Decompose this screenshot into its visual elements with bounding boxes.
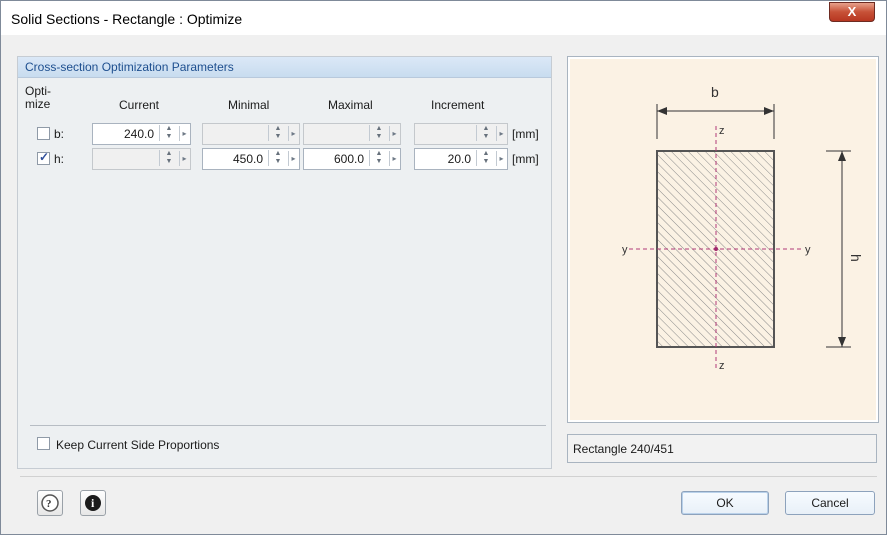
z-axis-bottom-label: z [719, 360, 725, 372]
info-icon: i [85, 495, 101, 511]
info-button[interactable]: i [80, 490, 106, 516]
section-graphic-background: b h z z y y [570, 59, 876, 420]
section-graphic-panel: b h z z y y [567, 56, 879, 423]
spin-icon[interactable]: ▲ ▼ [369, 150, 388, 166]
spin-icon[interactable]: ▲ ▼ [268, 125, 287, 141]
chevron-right-icon[interactable]: ▸ [179, 126, 189, 141]
b-unit: [mm] [512, 127, 539, 141]
optimize-h-checkbox[interactable] [37, 150, 50, 165]
b-minimal-input[interactable]: ▲ ▼ ▸ [202, 123, 300, 145]
h-increment-input[interactable]: 20.0 ▲ ▼ ▸ [414, 148, 508, 170]
column-minimal: Minimal [228, 98, 270, 112]
h-maximal-value: 600.0 [333, 152, 364, 166]
bottom-separator [20, 476, 877, 477]
spin-icon[interactable]: ▲ ▼ [476, 150, 495, 166]
h-minimal-value: 450.0 [232, 152, 263, 166]
h-unit: [mm] [512, 152, 539, 166]
spin-icon[interactable]: ▲ ▼ [159, 125, 178, 141]
ok-button[interactable]: OK [681, 491, 769, 515]
keep-proportions-label: Keep Current Side Proportions [56, 438, 220, 452]
help-button[interactable]: ? [37, 490, 63, 516]
spin-icon[interactable]: ▲ ▼ [159, 150, 178, 166]
optimize-header-line2: mize [25, 97, 51, 111]
h-maximal-input[interactable]: 600.0 ▲ ▼ ▸ [303, 148, 401, 170]
dimension-b-label: b [711, 84, 719, 100]
column-current: Current [119, 98, 160, 112]
optimization-parameters-panel: Cross-section Optimization Parameters [17, 56, 552, 469]
optimize-h-label: h: [54, 152, 65, 166]
spin-icon[interactable]: ▲ ▼ [369, 125, 388, 141]
title-bar: Solid Sections - Rectangle : Optimize X [1, 1, 886, 35]
chevron-right-icon[interactable]: ▸ [179, 151, 189, 166]
spin-icon[interactable]: ▲ ▼ [476, 125, 495, 141]
svg-text:?: ? [46, 498, 52, 510]
section-description-field: Rectangle 240/451 [567, 434, 877, 463]
panel-header: Cross-section Optimization Parameters [18, 57, 551, 78]
help-icon: ? [41, 494, 59, 512]
dimension-h-label: h [848, 254, 864, 262]
spin-icon[interactable]: ▲ ▼ [268, 150, 287, 166]
centroid [714, 247, 718, 251]
panel-title: Cross-section Optimization Parameters [25, 60, 234, 74]
rectangle-section-diagram: b h z z y y [622, 84, 864, 372]
optimize-dialog: Solid Sections - Rectangle : Optimize X … [0, 0, 887, 535]
b-maximal-input[interactable]: ▲ ▼ ▸ [303, 123, 401, 145]
cancel-button[interactable]: Cancel [785, 491, 875, 515]
chevron-right-icon[interactable]: ▸ [496, 151, 506, 166]
h-minimal-input[interactable]: 450.0 ▲ ▼ ▸ [202, 148, 300, 170]
close-button[interactable]: X [829, 2, 875, 22]
column-maximal: Maximal [328, 98, 373, 112]
column-increment: Increment [431, 98, 485, 112]
chevron-right-icon[interactable]: ▸ [389, 151, 399, 166]
window-title: Solid Sections - Rectangle : Optimize [11, 11, 243, 27]
y-axis-left-label: y [622, 244, 628, 256]
h-increment-value: 20.0 [447, 152, 471, 166]
chevron-right-icon[interactable]: ▸ [288, 151, 298, 166]
b-current-input[interactable]: 240.0 ▲ ▼ ▸ [92, 123, 191, 145]
keep-proportions-checkbox[interactable] [37, 437, 50, 450]
chevron-right-icon[interactable]: ▸ [288, 126, 298, 141]
chevron-right-icon[interactable]: ▸ [389, 126, 399, 141]
optimize-column-header: Opti- mize [25, 85, 51, 111]
z-axis-top-label: z [719, 125, 725, 137]
optimize-b-label: b: [54, 127, 65, 141]
b-increment-input[interactable]: ▲ ▼ ▸ [414, 123, 508, 145]
h-current-input[interactable]: ▲ ▼ ▸ [92, 148, 191, 170]
chevron-right-icon[interactable]: ▸ [496, 126, 506, 141]
section-description: Rectangle 240/451 [573, 442, 674, 456]
y-axis-right-label: y [805, 244, 811, 256]
panel-separator [30, 425, 546, 426]
b-current-value: 240.0 [123, 127, 154, 141]
optimize-b-checkbox[interactable] [37, 127, 50, 140]
